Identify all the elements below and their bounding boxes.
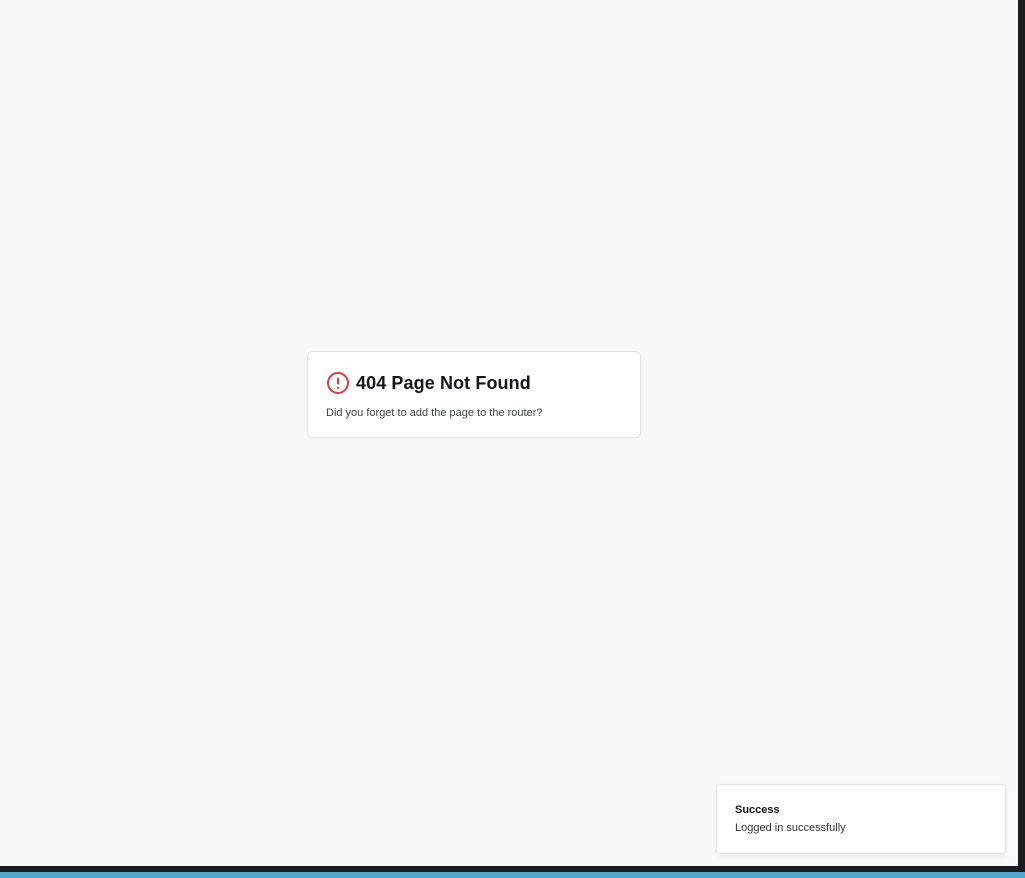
window-frame-right xyxy=(1018,0,1025,870)
page-title: 404 Page Not Found xyxy=(356,372,531,393)
taskbar-strip xyxy=(0,872,1025,878)
alert-circle-icon xyxy=(326,371,350,395)
app-viewport: 404 Page Not Found Did you forget to add… xyxy=(0,0,1018,866)
toast-message: Logged in successfully xyxy=(735,822,846,834)
not-found-message: Did you forget to add the page to the ro… xyxy=(326,407,543,419)
success-toast[interactable]: Success Logged in successfully xyxy=(716,784,1006,854)
not-found-header: 404 Page Not Found xyxy=(326,371,531,395)
toast-title: Success xyxy=(735,804,780,816)
not-found-card: 404 Page Not Found Did you forget to add… xyxy=(307,351,641,438)
